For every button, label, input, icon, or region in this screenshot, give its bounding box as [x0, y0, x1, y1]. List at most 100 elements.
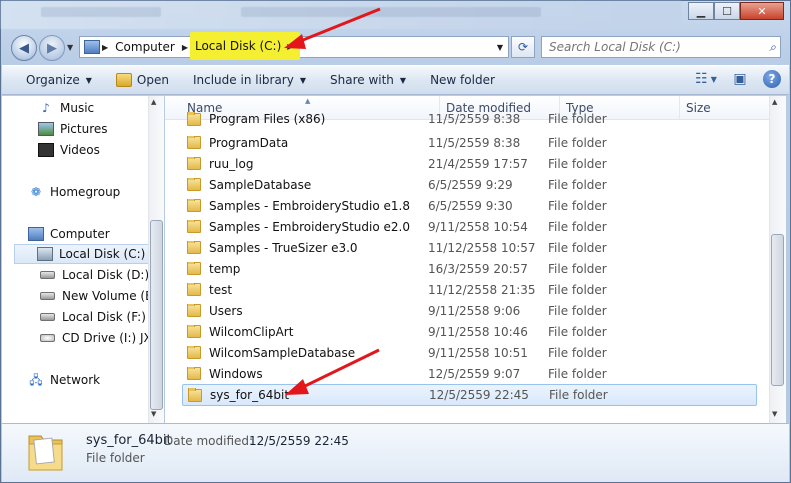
minimize-button[interactable]: ▁: [688, 2, 714, 20]
nav-item-label: Local Disk (D:): [62, 268, 150, 282]
details-modified-label: Date modified:: [164, 434, 254, 448]
scroll-up-icon[interactable]: ▲: [772, 98, 777, 106]
search-box[interactable]: ⌕: [541, 36, 781, 58]
details-type: File folder: [86, 451, 145, 465]
new-folder-button[interactable]: New folder: [418, 68, 507, 92]
file-date: 9/11/2558 10:51: [428, 345, 528, 360]
file-name: ruu_log: [209, 156, 254, 171]
nav-item-local-disk-c[interactable]: Local Disk (C:): [14, 244, 162, 264]
file-name: WilcomClipArt: [209, 324, 294, 339]
folder-icon: [187, 135, 201, 149]
include-in-library-button[interactable]: Include in library ▼: [181, 68, 318, 92]
folder-icon: [187, 240, 201, 254]
scroll-down-icon[interactable]: ▼: [772, 410, 777, 418]
folder-icon: [187, 177, 201, 191]
forward-button[interactable]: ▶: [39, 35, 65, 61]
address-dropdown-icon[interactable]: ▼: [497, 43, 503, 52]
file-name: sys_for_64bit: [210, 388, 290, 402]
address-bar[interactable]: ▶ Computer ▶ Local Disk (C:) ▶ ▼: [79, 32, 509, 60]
drive-icon: [40, 271, 55, 279]
chevron-down-icon: ▼: [85, 75, 92, 85]
maximize-button[interactable]: ☐: [714, 2, 740, 20]
table-row[interactable]: ProgramData 11/5/2559 8:38 File folder: [182, 132, 757, 153]
folder-icon: [187, 112, 201, 126]
refresh-button[interactable]: ⟳: [511, 36, 535, 58]
recent-pages-chevron-icon[interactable]: ▼: [67, 43, 73, 52]
breadcrumb-local-disk-c[interactable]: Local Disk (C:) ▶: [189, 32, 301, 60]
breadcrumb-separator-icon: ▶: [287, 41, 294, 51]
nav-item-local-disk-d[interactable]: Local Disk (D:): [40, 265, 149, 285]
search-icon[interactable]: ⌕: [769, 40, 776, 55]
file-name: Samples - EmbroideryStudio e2.0: [209, 219, 410, 234]
file-date: 16/3/2559 20:57: [428, 261, 528, 276]
homegroup-icon: ❁: [30, 185, 42, 199]
file-list-scroll-thumb[interactable]: [771, 234, 784, 386]
folder-icon: [187, 282, 201, 296]
table-row[interactable]: Samples - TrueSizer e3.0 11/12/2558 10:57…: [182, 237, 757, 258]
file-name: WilcomSampleDatabase: [209, 345, 356, 360]
share-with-button[interactable]: Share with ▼: [318, 68, 418, 92]
table-row[interactable]: Samples - EmbroideryStudio e1.8 6/5/2559 …: [182, 195, 757, 216]
file-name: SampleDatabase: [209, 177, 312, 192]
file-type: File folder: [548, 156, 607, 171]
nav-item-videos[interactable]: Videos: [38, 140, 100, 160]
table-row-selected[interactable]: sys_for_64bit 12/5/2559 22:45 File folder: [182, 384, 757, 406]
open-button[interactable]: Open: [104, 68, 181, 92]
file-name: Samples - EmbroideryStudio e1.8: [209, 198, 410, 213]
table-row[interactable]: Windows 12/5/2559 9:07 File folder: [182, 363, 757, 384]
table-row[interactable]: Samples - EmbroideryStudio e2.0 9/11/2558…: [182, 216, 757, 237]
toolbar-right: ☷ ▼ ▣ ?: [695, 69, 781, 89]
file-list: Name Date modified Type Size ▲ Program F…: [165, 96, 769, 423]
share-label: Share with: [330, 73, 394, 87]
folder-icon: [187, 324, 201, 338]
change-view-button[interactable]: ☷ ▼: [695, 69, 717, 89]
organize-button[interactable]: Organize ▼: [2, 68, 104, 92]
search-input[interactable]: [549, 40, 759, 54]
nav-item-cd-drive-i[interactable]: CD Drive (I:) JX20: [40, 328, 163, 348]
table-row[interactable]: WilcomSampleDatabase 9/11/2558 10:51 File …: [182, 342, 757, 363]
address-row: ◀ ▶ ▼ ▶ Computer ▶ Local Disk (C:) ▶ ▼ ⟳ …: [1, 31, 790, 63]
nav-item-label: Homegroup: [50, 185, 121, 199]
command-bar: Organize ▼ Open Include in library ▼ Share…: [2, 65, 789, 95]
table-row[interactable]: test 11/12/2558 21:35 File folder: [182, 279, 757, 300]
title-bar[interactable]: [1, 1, 681, 29]
table-row[interactable]: temp 16/3/2559 20:57 File folder: [182, 258, 757, 279]
table-row[interactable]: Program Files (x86) 11/5/2559 8:38 File fo…: [182, 112, 757, 126]
folder-icon: [187, 198, 201, 212]
file-type: File folder: [548, 261, 607, 276]
nav-item-computer[interactable]: Computer: [28, 224, 110, 244]
details-file-name: sys_for_64bit: [86, 433, 172, 448]
file-date: 9/11/2558 10:54: [428, 219, 528, 234]
nav-item-new-volume-e[interactable]: New Volume (E:): [40, 286, 161, 306]
caption-buttons: ▁ ☐ ✕: [688, 2, 784, 20]
file-list-scrollbar[interactable]: ▲ ▼: [769, 96, 786, 423]
nav-item-network[interactable]: 🖧 Network: [28, 370, 100, 390]
breadcrumb-computer[interactable]: Computer: [110, 37, 180, 57]
nav-scroll-thumb[interactable]: [150, 220, 163, 410]
nav-item-pictures[interactable]: Pictures: [38, 119, 108, 139]
table-row[interactable]: SampleDatabase 6/5/2559 9:29 File folder: [182, 174, 757, 195]
scroll-down-icon[interactable]: ▼: [151, 410, 156, 418]
table-row[interactable]: WilcomClipArt 9/11/2558 10:46 File folder: [182, 321, 757, 342]
music-icon: ♪: [42, 101, 50, 115]
scroll-up-icon[interactable]: ▲: [151, 98, 156, 106]
nav-item-label: Videos: [60, 143, 100, 157]
file-name: ProgramData: [209, 135, 289, 150]
table-row[interactable]: Users 9/11/2558 9:06 File folder: [182, 300, 757, 321]
file-type: File folder: [548, 135, 607, 150]
file-name: Samples - TrueSizer e3.0: [209, 240, 358, 255]
nav-item-local-disk-f[interactable]: Local Disk (F:): [40, 307, 146, 327]
table-row[interactable]: ruu_log 21/4/2559 17:57 File folder: [182, 153, 757, 174]
file-date: 11/12/2558 21:35: [428, 282, 536, 297]
drive-icon: [40, 292, 55, 300]
close-button[interactable]: ✕: [740, 2, 784, 20]
preview-pane-button[interactable]: ▣: [729, 69, 751, 89]
help-button[interactable]: ?: [763, 70, 781, 88]
file-name: temp: [209, 261, 241, 276]
nav-item-music[interactable]: ♪ Music: [38, 98, 94, 118]
nav-item-homegroup[interactable]: ❁ Homegroup: [28, 182, 120, 202]
file-date: 6/5/2559 9:29: [428, 177, 513, 192]
back-button[interactable]: ◀: [11, 35, 37, 61]
nav-scrollbar[interactable]: ▲ ▼: [148, 96, 164, 423]
nav-item-label: Network: [50, 373, 101, 387]
